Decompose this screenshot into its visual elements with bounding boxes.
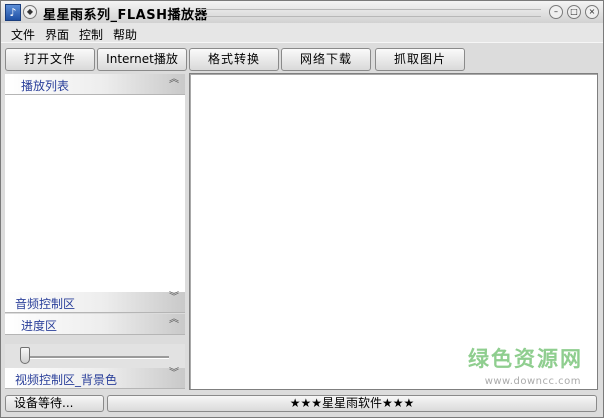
status-bar: 设备等待... ★★★星星雨软件★★★ [1, 392, 603, 417]
collapse-chevron-icon[interactable]: ︽ [169, 75, 179, 85]
video-control-title: 视频控制区_背景色 [15, 373, 118, 387]
format-convert-button[interactable]: 格式转换 [189, 48, 279, 71]
device-status: 设备等待... [5, 395, 104, 412]
menu-interface[interactable]: 界面 [45, 26, 69, 43]
menu-control[interactable]: 控制 [79, 26, 103, 43]
title-bar[interactable]: ♪ ◆ 星星雨系列_FLASH播放器 – □ × [1, 1, 603, 24]
open-file-button[interactable]: 打开文件 [5, 48, 95, 71]
title-bar-decoration [197, 9, 541, 17]
audio-section-header[interactable]: 音频控制区 ︾ [5, 292, 185, 313]
menu-help[interactable]: 帮助 [113, 26, 137, 43]
progress-slider-track[interactable] [23, 356, 169, 359]
playlist-title: 播放列表 [21, 79, 70, 93]
app-music-icon[interactable]: ♪ [5, 4, 21, 21]
internet-play-button[interactable]: Internet播放 [97, 48, 187, 71]
progress-area [5, 344, 185, 370]
playlist-list[interactable] [5, 95, 185, 293]
capture-image-button[interactable]: 抓取图片 [375, 48, 465, 71]
expand-chevron-icon[interactable]: ︾ [169, 293, 179, 303]
minimize-button[interactable]: – [549, 5, 563, 19]
watermark-logo: 绿色资源网 [468, 347, 583, 371]
progress-slider-thumb[interactable] [20, 347, 30, 364]
close-button[interactable]: × [585, 5, 599, 19]
menu-bar: 文件 界面 控制 帮助 [1, 23, 603, 42]
collapse-chevron-icon[interactable]: ︽ [169, 315, 179, 325]
system-menu-icon[interactable]: ◆ [23, 5, 37, 19]
progress-section-header[interactable]: 进度区 ︽ [5, 314, 185, 335]
window-title: 星星雨系列_FLASH播放器 [43, 8, 208, 23]
toolbar: 打开文件 Internet播放 格式转换 网络下载 抓取图片 [1, 42, 603, 74]
network-download-button[interactable]: 网络下载 [281, 48, 371, 71]
menu-file[interactable]: 文件 [11, 26, 35, 43]
video-section-header[interactable]: 视频控制区_背景色 ︾ [5, 368, 185, 389]
app-window: ♪ ◆ 星星雨系列_FLASH播放器 – □ × 文件 界面 控制 帮助 打开文… [0, 0, 604, 418]
left-panel: 播放列表 ︽ 音频控制区 ︾ 进度区 ︽ 视频控制区_背景色 ︾ [5, 74, 185, 390]
flash-display-area[interactable]: 绿色资源网 www.downcc.com [189, 73, 598, 390]
restore-button[interactable]: □ [567, 5, 581, 19]
playlist-section-header[interactable]: 播放列表 ︽ [5, 74, 185, 95]
progress-title: 进度区 [21, 319, 58, 333]
watermark-url: www.downcc.com [484, 376, 581, 387]
audio-control-title: 音频控制区 [15, 297, 76, 311]
brand-status: ★★★星星雨软件★★★ [107, 395, 597, 412]
expand-chevron-icon[interactable]: ︾ [169, 369, 179, 379]
